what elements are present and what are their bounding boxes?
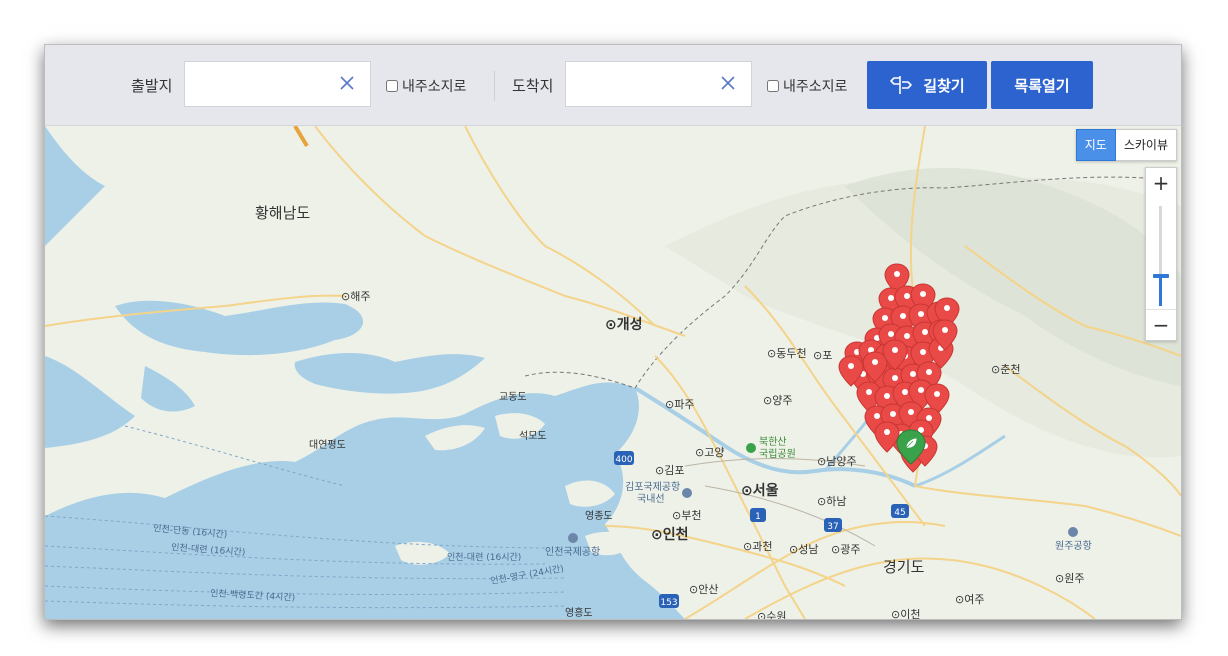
map-type-map-button[interactable]: 지도: [1075, 129, 1116, 161]
island-daeyeonpyeongdo: 대연평도: [309, 439, 346, 451]
poi-gimpo-airport-1: 김포국제공항: [625, 481, 680, 493]
origin-label: 출발지: [131, 77, 173, 95]
destination-input[interactable]: [574, 70, 718, 100]
zoom-handle[interactable]: [1153, 274, 1169, 278]
destination-my-address-checkbox[interactable]: [767, 80, 779, 92]
place-pocheon: ⊙포: [813, 349, 832, 362]
route-45-label: 45: [894, 508, 905, 518]
open-list-button[interactable]: 목록열기: [991, 61, 1093, 109]
place-gimpo: ⊙김포: [655, 464, 684, 477]
destination-label: 도착지: [512, 77, 554, 95]
place-dongducheon: ⊙동두천: [767, 346, 807, 360]
route-400-label: 400: [615, 455, 632, 465]
place-paju: ⊙파주: [665, 398, 694, 411]
poi-wonju-airport: 원주공항: [1055, 540, 1092, 552]
origin-my-address-label: 내주소지로: [402, 79, 467, 95]
origin-field-box: [184, 61, 371, 107]
map-type-skyview-button[interactable]: 스카이뷰: [1116, 130, 1176, 160]
park-icon: [746, 443, 756, 453]
zoom-out-button[interactable]: −: [1146, 309, 1176, 340]
place-seoul: ⊙서울: [741, 482, 779, 499]
place-namyangju: ⊙남양주: [817, 455, 857, 468]
destination-field-box: [565, 61, 752, 107]
place-gwacheon: ⊙과천: [743, 539, 772, 553]
zoom-control: + −: [1145, 167, 1177, 341]
place-hanam: ⊙하남: [817, 494, 846, 508]
signpost-icon: [890, 76, 913, 94]
place-bucheon: ⊙부천: [672, 508, 701, 522]
place-seongnam: ⊙성남: [789, 543, 818, 556]
toolbar-divider: [494, 71, 495, 101]
region-hwanghae: 황해남도: [255, 204, 310, 222]
island-yeongjongdo: 영종도: [585, 510, 613, 522]
route-1-label: 1: [755, 512, 761, 522]
place-incheon: ⊙인천: [651, 526, 689, 543]
destination-clear-icon[interactable]: [719, 74, 737, 92]
map-widget: 출발지 내주소지로 도착지 내주소지로 길찾기 목록열기 400 1 37 45…: [44, 44, 1182, 620]
place-goyang: ⊙고양: [695, 446, 724, 459]
place-chuncheon: ⊙춘천: [991, 362, 1020, 376]
route-search-bar: 출발지 내주소지로 도착지 내주소지로 길찾기 목록열기: [45, 45, 1181, 126]
region-gyeonggi: 경기도: [883, 558, 925, 576]
ferry-label-3: 인천-대련 (16시간): [447, 552, 521, 563]
origin-my-address-option[interactable]: 내주소지로: [386, 76, 466, 96]
map-svg[interactable]: 400 1 37 45 153 황해남도 경기도 ⊙해주 ⊙개성 ⊙동두천 ⊙포…: [45, 124, 1181, 619]
map-canvas[interactable]: 400 1 37 45 153 황해남도 경기도 ⊙해주 ⊙개성 ⊙동두천 ⊙포…: [45, 124, 1181, 619]
destination-my-address-option[interactable]: 내주소지로: [767, 76, 847, 96]
place-yangju: ⊙양주: [763, 394, 792, 407]
island-gyodongdo: 교동도: [499, 391, 527, 403]
incheon-airport-icon: [568, 533, 578, 543]
poi-bukhansan-1: 북한산: [759, 436, 787, 448]
open-list-label: 목록열기: [1014, 76, 1070, 95]
place-wonju: ⊙원주: [1055, 572, 1084, 585]
route-37-label: 37: [827, 522, 838, 532]
destination-my-address-label: 내주소지로: [783, 79, 848, 95]
place-gwangju: ⊙광주: [831, 543, 860, 556]
wonju-airport-icon: [1068, 527, 1078, 537]
place-yeoju: ⊙여주: [955, 593, 984, 606]
place-haeju: ⊙해주: [341, 289, 370, 303]
island-yeongheungdo: 영흥도: [565, 606, 593, 619]
map-type-toggle: 지도 스카이뷰: [1075, 129, 1177, 161]
zoom-in-button[interactable]: +: [1146, 168, 1176, 198]
zoom-level-fill: [1159, 276, 1162, 306]
poi-bukhansan-2: 국립공원: [759, 447, 796, 460]
origin-clear-icon[interactable]: [338, 74, 356, 92]
place-icheon: ⊙이천: [891, 607, 920, 619]
find-route-button[interactable]: 길찾기: [867, 61, 987, 109]
route-153-label: 153: [660, 598, 677, 608]
place-ansan: ⊙안산: [689, 583, 718, 596]
poi-incheon-airport: 인천국제공항: [545, 546, 600, 558]
place-kaesong: ⊙개성: [605, 317, 643, 333]
place-suwon: ⊙수원: [757, 610, 786, 619]
find-route-label: 길찾기: [923, 76, 965, 95]
origin-my-address-checkbox[interactable]: [386, 80, 398, 92]
origin-input[interactable]: [193, 70, 337, 100]
island-seongmodo: 석모도: [519, 430, 547, 442]
poi-gimpo-airport-2: 국내선: [637, 493, 665, 505]
gimpo-airport-icon: [682, 488, 692, 498]
